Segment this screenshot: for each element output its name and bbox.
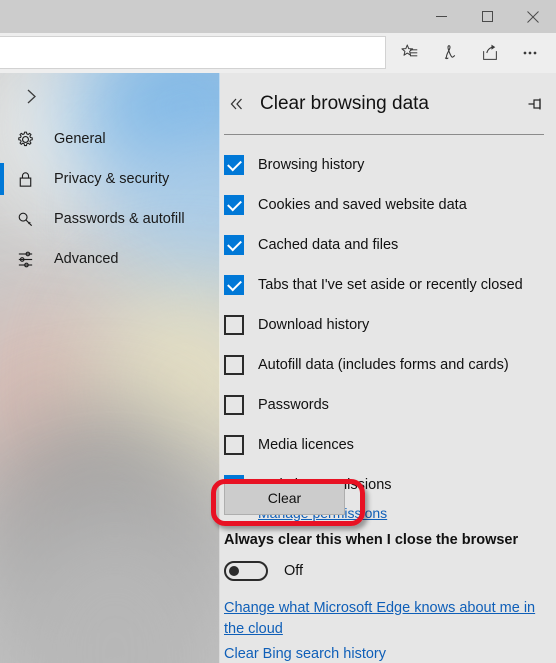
checkbox-row-browsing-history[interactable]: Browsing history <box>224 145 550 185</box>
checkbox-label: Tabs that I've set aside or recently clo… <box>258 277 523 293</box>
pin-icon[interactable] <box>522 91 548 117</box>
key-icon <box>16 206 46 232</box>
close-button[interactable] <box>510 0 556 33</box>
lock-icon <box>16 166 46 192</box>
checkbox-label: Download history <box>258 317 370 333</box>
settings-sidebar: General Privacy & security Passwords & a… <box>0 73 220 663</box>
clear-bing-search-history-link[interactable]: Clear Bing search history <box>224 644 546 663</box>
checkbox-label: Media licences <box>258 437 354 453</box>
maximize-button[interactable] <box>464 0 510 33</box>
checkbox-unchecked-icon[interactable] <box>224 315 244 335</box>
sidebar-item-general[interactable]: General <box>0 119 220 159</box>
toggle-knob <box>229 566 239 576</box>
chevron-right-icon[interactable] <box>14 79 48 113</box>
sidebar-item-passwords-autofill[interactable]: Passwords & autofill <box>0 199 220 239</box>
gear-icon <box>16 126 46 152</box>
checkbox-label: Passwords <box>258 397 329 413</box>
checkbox-label: Cookies and saved website data <box>258 197 467 213</box>
sidebar-item-label: Advanced <box>54 251 119 267</box>
chevron-double-left-icon[interactable] <box>224 91 250 117</box>
checkbox-row-cookies[interactable]: Cookies and saved website data <box>224 185 550 225</box>
clear-button[interactable]: Clear <box>224 481 345 515</box>
sidebar-nav: General Privacy & security Passwords & a… <box>0 119 220 279</box>
checkbox-label: Autofill data (includes forms and cards) <box>258 357 509 373</box>
clear-browsing-data-panel: Clear browsing data Browsing history Coo… <box>220 73 556 663</box>
checkbox-row-tabs-set-aside[interactable]: Tabs that I've set aside or recently clo… <box>224 265 550 305</box>
window-titlebar <box>0 0 556 33</box>
checkbox-label: Cached data and files <box>258 237 399 253</box>
checkbox-unchecked-icon[interactable] <box>224 395 244 415</box>
checkbox-row-download-history[interactable]: Download history <box>224 305 550 345</box>
sidebar-back-row <box>0 73 220 119</box>
header-divider <box>224 134 544 135</box>
favorites-icon[interactable] <box>390 33 430 73</box>
checkbox-checked-icon[interactable] <box>224 195 244 215</box>
web-note-icon[interactable] <box>430 33 470 73</box>
clear-data-checkbox-list: Browsing history Cookies and saved websi… <box>224 145 550 523</box>
sidebar-item-label: Passwords & autofill <box>54 211 185 227</box>
share-icon[interactable] <box>470 33 510 73</box>
page-title: Clear browsing data <box>260 93 429 114</box>
change-cloud-data-link[interactable]: Change what Microsoft Edge knows about m… <box>224 598 546 640</box>
checkbox-row-media-licences[interactable]: Media licences <box>224 425 550 465</box>
more-icon[interactable] <box>510 33 550 73</box>
sidebar-item-label: General <box>54 131 106 147</box>
always-clear-label: Always clear this when I close the brows… <box>224 532 519 548</box>
checkbox-checked-icon[interactable] <box>224 235 244 255</box>
always-clear-toggle-row[interactable]: Off <box>224 561 303 581</box>
clear-button-wrapper: Clear <box>224 481 550 515</box>
checkbox-row-cached-data[interactable]: Cached data and files <box>224 225 550 265</box>
checkbox-row-autofill-data[interactable]: Autofill data (includes forms and cards) <box>224 345 550 385</box>
toggle-state-label: Off <box>284 563 304 579</box>
checkbox-checked-icon[interactable] <box>224 155 244 175</box>
sidebar-item-label: Privacy & security <box>54 171 170 187</box>
sidebar-item-advanced[interactable]: Advanced <box>0 239 220 279</box>
checkbox-label: Browsing history <box>258 157 365 173</box>
checkbox-row-passwords[interactable]: Passwords <box>224 385 550 425</box>
footer-link-group: Change what Microsoft Edge knows about m… <box>224 598 546 663</box>
settings-flyout: General Privacy & security Passwords & a… <box>0 73 556 663</box>
sidebar-item-privacy-security[interactable]: Privacy & security <box>0 159 220 199</box>
address-bar-input[interactable] <box>0 36 386 69</box>
toolbar-icon-group <box>390 33 550 73</box>
checkbox-unchecked-icon[interactable] <box>224 435 244 455</box>
always-clear-toggle[interactable] <box>224 561 268 581</box>
checkbox-unchecked-icon[interactable] <box>224 355 244 375</box>
sliders-icon <box>16 246 46 272</box>
browser-toolbar <box>0 33 556 73</box>
checkbox-checked-icon[interactable] <box>224 275 244 295</box>
minimize-button[interactable] <box>418 0 464 33</box>
panel-header: Clear browsing data <box>220 73 556 135</box>
